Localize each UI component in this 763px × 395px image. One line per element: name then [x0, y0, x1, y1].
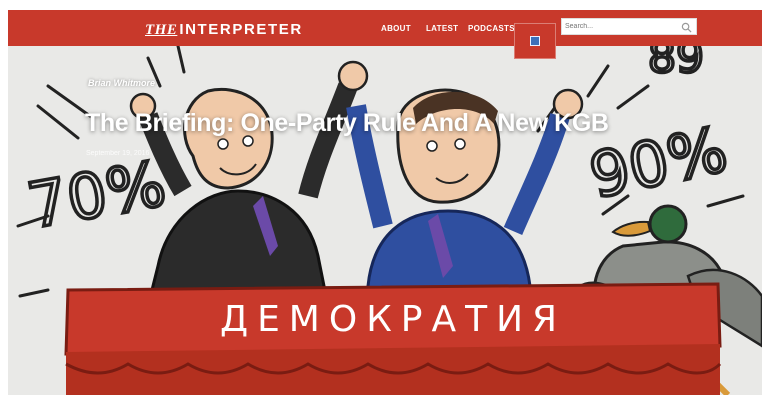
search-icon[interactable] [681, 22, 692, 33]
search-input[interactable] [565, 19, 677, 34]
page: THE INTERPRETER ABOUT LATEST PODCASTS Se… [0, 0, 763, 395]
nav-podcasts[interactable]: PODCASTS [468, 24, 515, 33]
social-menu[interactable] [514, 23, 556, 59]
nav-about[interactable]: ABOUT [381, 24, 411, 33]
nav-latest[interactable]: LATEST [426, 24, 458, 33]
podium: ДЕМОКРАТИЯ [64, 282, 722, 395]
hero-image[interactable]: 70% 90% 89 ДЕМОКРАТИЯ Brian Whitmore The… [8, 46, 762, 395]
percent-top-right-text: 89 [648, 46, 704, 83]
site-logo[interactable]: THE INTERPRETER [145, 21, 303, 39]
article-author[interactable]: Brian Whitmore [88, 78, 155, 88]
search-box [561, 18, 697, 35]
article-title[interactable]: The Briefing: One-Party Rule And A New K… [85, 109, 609, 138]
logo-prefix: THE [145, 22, 178, 38]
podium-caption: ДЕМОКРАТИЯ [220, 299, 566, 340]
site-header: THE INTERPRETER ABOUT LATEST PODCASTS [8, 10, 762, 59]
social-icon[interactable] [530, 36, 540, 46]
logo-name: INTERPRETER [179, 21, 303, 38]
article-date: September 19, 2016 [86, 150, 150, 157]
cartoon-illustration: 70% 90% 89 ДЕМОКРАТИЯ [8, 46, 762, 395]
